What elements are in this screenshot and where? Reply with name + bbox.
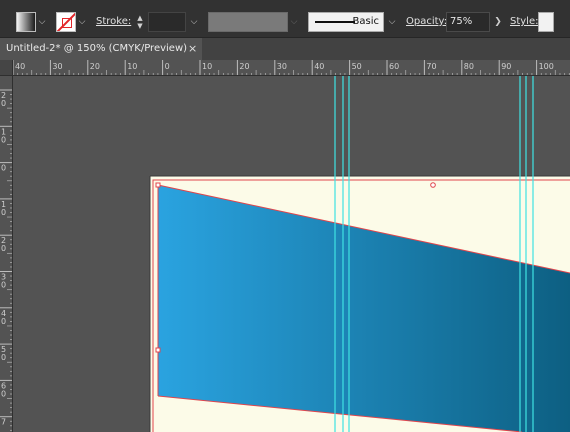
stroke-swatch[interactable] [56, 12, 76, 32]
ruler-label: 0 [1, 244, 6, 253]
ruler-label: 0 [1, 317, 6, 326]
horizontal-ruler-ticks: 40 30 20 10 0 10 20 30 40 50 60 70 80 90 100 [12, 60, 570, 75]
vertical-ruler[interactable]: 201001020304050607 [0, 76, 13, 432]
ruler-label: 20 [239, 62, 249, 71]
ruler-label: 30 [277, 62, 287, 71]
control-bar: ⌵ ⌵ Stroke: ▲ ▼ ⌵ ⌵ Basic ⌵ Opacity: 75% … [0, 0, 570, 38]
ruler-label: 20 [90, 62, 100, 71]
ruler-label: 0 [165, 62, 170, 71]
ruler-label: 40 [15, 62, 25, 71]
graphic-style-swatch[interactable] [538, 12, 554, 32]
fill-swatch[interactable] [16, 12, 36, 32]
horizontal-ruler[interactable]: 40 30 20 10 0 10 20 30 40 50 60 70 80 90 100 [0, 60, 570, 76]
ruler-label: 0 [1, 208, 6, 217]
brush-stroke-preview [315, 21, 355, 23]
ruler-label: 50 [352, 62, 362, 71]
artboard-canvas[interactable] [13, 76, 570, 432]
stroke-dropdown-chevron-icon[interactable]: ⌵ [76, 12, 88, 32]
brush-dropdown-chevron-icon[interactable]: ⌵ [386, 12, 398, 32]
ruler-label: 100 [539, 62, 554, 71]
style-label[interactable]: Style: [510, 16, 539, 27]
opacity-label[interactable]: Opacity: [406, 16, 447, 27]
stroke-weight-dropdown-chevron-icon[interactable]: ⌵ [188, 12, 200, 32]
ruler-label: 0 [1, 389, 6, 398]
ruler-label: 0 [1, 353, 6, 362]
vertical-ruler-ticks: 201001020304050607 [0, 89, 12, 431]
variable-width-profile[interactable] [208, 12, 288, 32]
ruler-label: 0 [1, 99, 6, 108]
close-icon[interactable]: × [188, 42, 197, 55]
document-tab[interactable]: Untitled-2* @ 150% (CMYK/Preview) [0, 38, 202, 60]
ruler-origin-corner[interactable] [0, 60, 13, 76]
ruler-label: 30 [52, 62, 62, 71]
ruler-label: 10 [127, 62, 137, 71]
variable-width-dropdown-chevron-icon: ⌵ [290, 17, 298, 27]
stroke-weight-field[interactable] [148, 12, 186, 32]
canvas-drawing [149, 76, 570, 432]
ruler-label: 0 [1, 135, 6, 144]
document-tab-title: Untitled-2* @ 150% (CMYK/Preview) [6, 43, 188, 54]
ruler-label: 0 [1, 281, 6, 290]
ruler-label: 90 [501, 62, 511, 71]
ruler-label: 60 [389, 62, 399, 71]
ruler-label: 10 [202, 62, 212, 71]
ruler-label: 70 [426, 62, 436, 71]
brush-definition-box[interactable]: Basic [308, 12, 384, 32]
ruler-label: 0 [1, 164, 6, 173]
document-tab-bar: Untitled-2* @ 150% (CMYK/Preview) × [0, 38, 570, 60]
brush-definition-label: Basic [352, 16, 379, 27]
ruler-label: 7 [1, 418, 6, 427]
ruler-label: 40 [314, 62, 324, 71]
ruler-label: 80 [464, 62, 474, 71]
fill-dropdown-chevron-icon[interactable]: ⌵ [36, 12, 48, 32]
opacity-expand-chevron-icon[interactable]: ❯ [492, 12, 504, 32]
stroke-weight-spinner-icon[interactable]: ▲ ▼ [134, 12, 146, 32]
none-slash-icon [57, 13, 75, 31]
stroke-label[interactable]: Stroke: [96, 16, 131, 27]
opacity-field[interactable]: 75% [446, 12, 490, 32]
